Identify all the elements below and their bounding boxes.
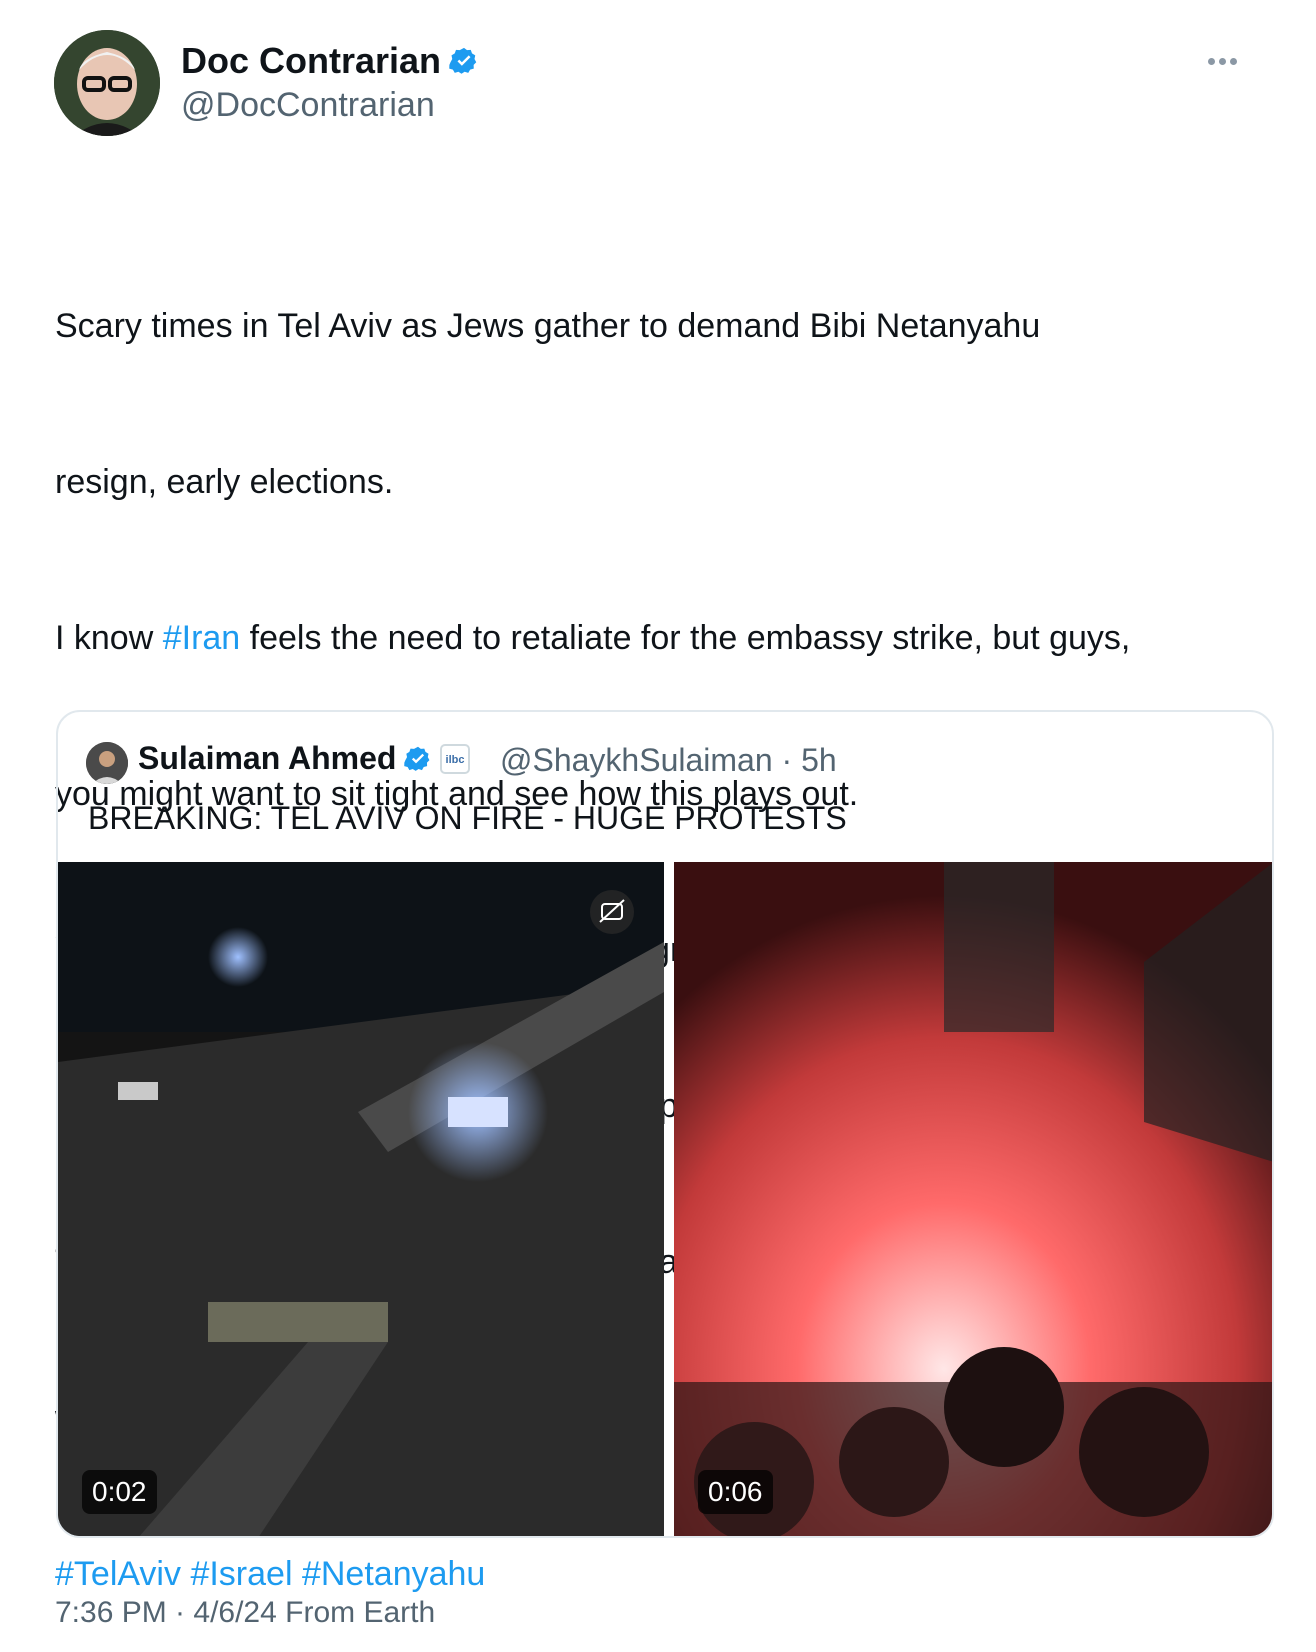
affiliate-badge-text: ilbc (446, 754, 465, 766)
tweet-line: Scary times in Tel Aviv as Jews gather t… (55, 307, 1041, 345)
tweet-text-part: feels the need to retaliate for the emba… (240, 619, 1131, 657)
tweet-line: I know #Iran feels the need to retaliate… (55, 612, 1275, 664)
hashtag-line: #TelAviv #Israel #Netanyahu (55, 1548, 1275, 1600)
tweet-meta[interactable]: 7:36 PM · 4/6/24 From Earth (55, 1596, 435, 1630)
quoted-handle-time[interactable]: @ShaykhSulaiman · 5h (500, 742, 837, 779)
captions-icon[interactable] (590, 890, 634, 934)
video-thumbnail-flare[interactable]: 0:06 (674, 862, 1272, 1536)
tweet-text-part: I know (55, 619, 163, 657)
tweet-line: resign, early elections. (55, 463, 394, 501)
author-handle[interactable]: @DocContrarian (181, 86, 435, 125)
more-dots-icon[interactable] (1208, 52, 1248, 72)
hashtag-netanyahu[interactable]: #Netanyahu (302, 1555, 485, 1593)
hashtag-iran[interactable]: #Iran (163, 619, 241, 657)
verified-badge-icon (449, 47, 477, 74)
author-name-text: Doc Contrarian (181, 40, 442, 81)
quoted-text: BREAKING: TEL AVIV ON FIRE - HUGE PROTES… (88, 800, 847, 836)
affiliate-badge-icon: ilbc (440, 743, 471, 774)
video-duration: 0:02 (82, 1470, 157, 1514)
quoted-author-name-text: Sulaiman Ahmed (138, 740, 397, 776)
video-duration: 0:06 (698, 1470, 773, 1514)
hashtag-israel[interactable]: #Israel (190, 1555, 292, 1593)
author-avatar[interactable] (54, 30, 160, 136)
video-thumbnail-crowd[interactable]: 0:02 (58, 862, 664, 1536)
quoted-author-name[interactable]: Sulaiman Ahmed ilbc (138, 740, 471, 777)
quoted-avatar[interactable] (86, 742, 128, 784)
quoted-tweet[interactable]: Sulaiman Ahmed ilbc @ShaykhSulaiman · 5h… (56, 710, 1274, 1538)
author-name[interactable]: Doc Contrarian (181, 40, 479, 82)
hashtag-telaviv[interactable]: #TelAviv (55, 1555, 181, 1593)
verified-badge-icon (404, 746, 430, 771)
